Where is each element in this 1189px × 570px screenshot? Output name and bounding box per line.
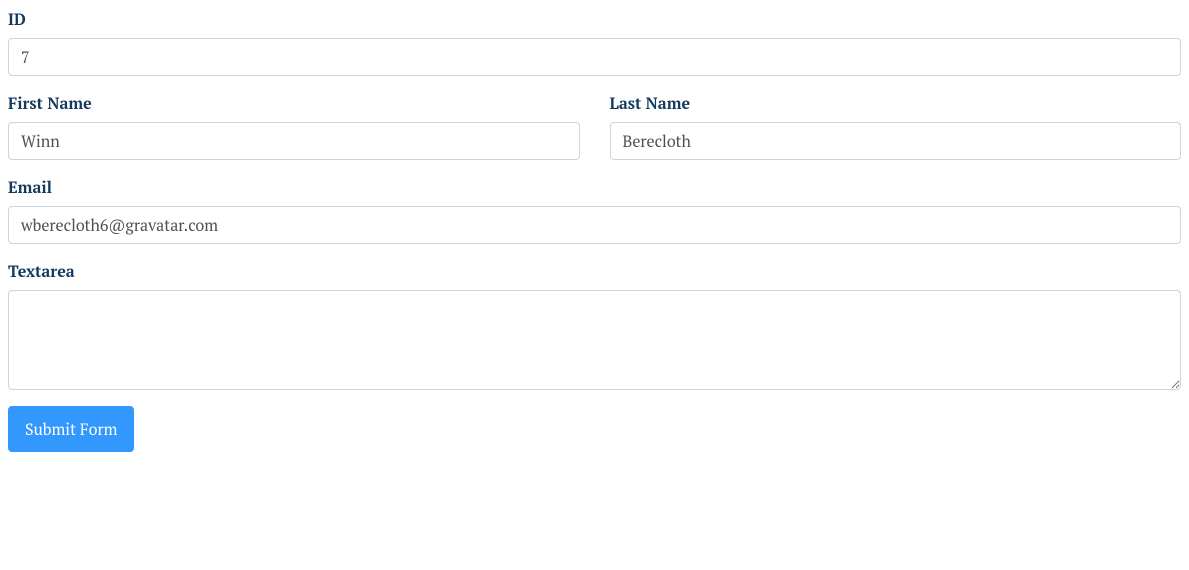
textarea-label: Textarea — [8, 260, 75, 282]
first-name-col: First Name — [0, 92, 595, 176]
email-input[interactable] — [8, 206, 1181, 244]
first-name-input[interactable] — [8, 122, 580, 160]
last-name-group: Last Name — [610, 92, 1182, 160]
textarea-group: Textarea — [8, 260, 1181, 390]
first-name-label: First Name — [8, 92, 92, 114]
email-group: Email — [8, 176, 1181, 244]
submit-button[interactable]: Submit Form — [8, 406, 134, 452]
name-row: First Name Last Name — [0, 92, 1189, 176]
last-name-input[interactable] — [610, 122, 1182, 160]
id-label: ID — [8, 8, 26, 30]
last-name-col: Last Name — [595, 92, 1189, 176]
last-name-label: Last Name — [610, 92, 691, 114]
first-name-group: First Name — [8, 92, 580, 160]
user-form: ID First Name Last Name Email Textarea S… — [8, 8, 1181, 452]
id-input[interactable] — [8, 38, 1181, 76]
textarea-input[interactable] — [8, 290, 1181, 390]
email-label: Email — [8, 176, 52, 198]
id-group: ID — [8, 8, 1181, 76]
